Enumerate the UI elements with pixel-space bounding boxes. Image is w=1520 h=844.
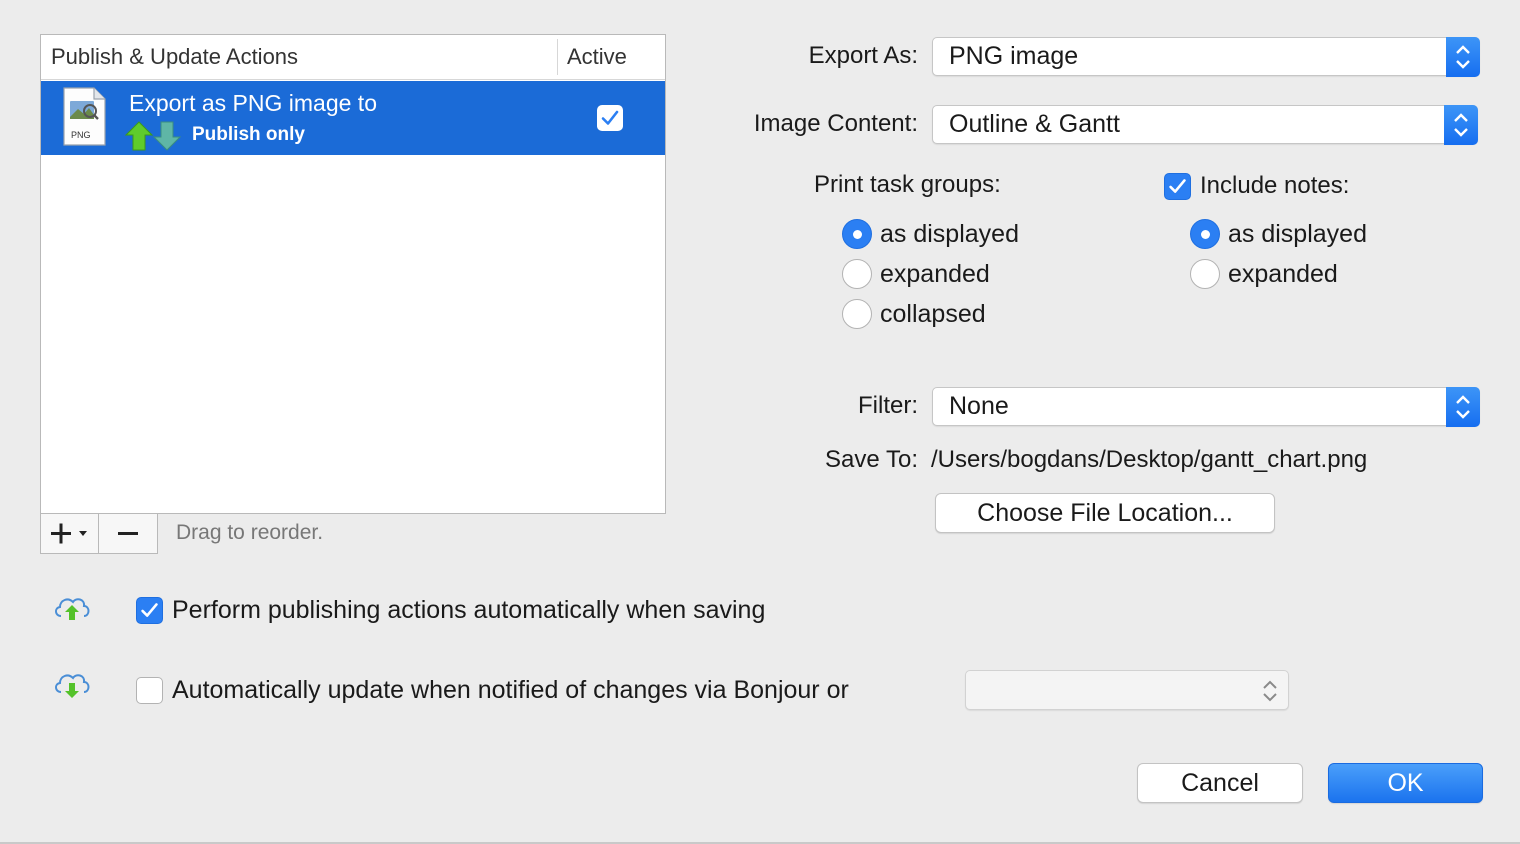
notes-radio-as-displayed[interactable] bbox=[1190, 219, 1220, 249]
action-subtitle: Publish only bbox=[192, 124, 305, 145]
filter-value: None bbox=[949, 392, 1009, 420]
popup-arrows-icon bbox=[1444, 105, 1478, 145]
table-row[interactable]: PNG Export as PNG image to Publish only bbox=[41, 81, 665, 155]
notes-radio-expanded[interactable] bbox=[1190, 259, 1220, 289]
checkmark-icon bbox=[1169, 179, 1186, 193]
popup-arrows-icon bbox=[1446, 387, 1480, 427]
add-remove-control bbox=[40, 513, 158, 554]
image-content-value: Outline & Gantt bbox=[949, 110, 1120, 138]
print-groups-radio-expanded[interactable] bbox=[842, 259, 872, 289]
image-content-popup[interactable]: Outline & Gantt bbox=[932, 105, 1478, 145]
filter-label: Filter: bbox=[858, 392, 918, 419]
add-action-button[interactable] bbox=[41, 514, 99, 553]
print-task-groups-label: Print task groups: bbox=[814, 171, 1001, 198]
print-groups-option-expanded: expanded bbox=[880, 260, 990, 288]
include-notes-label[interactable]: Include notes: bbox=[1200, 172, 1349, 200]
print-groups-option-as-displayed: as displayed bbox=[880, 220, 1019, 248]
save-to-path: /Users/bogdans/Desktop/gantt_chart.png bbox=[931, 446, 1368, 473]
choose-file-location-button[interactable]: Choose File Location... bbox=[935, 493, 1275, 533]
column-divider bbox=[557, 39, 558, 75]
active-checkbox[interactable] bbox=[597, 105, 623, 131]
update-source-popup[interactable] bbox=[965, 670, 1289, 710]
chevron-down-icon bbox=[79, 531, 87, 536]
cancel-button[interactable]: Cancel bbox=[1137, 763, 1303, 803]
print-groups-option-collapsed: collapsed bbox=[880, 300, 986, 328]
export-as-popup[interactable]: PNG image bbox=[932, 37, 1480, 77]
file-type-text: PNG bbox=[71, 130, 91, 140]
auto-update-label[interactable]: Automatically update when notified of ch… bbox=[172, 676, 849, 705]
remove-action-button[interactable] bbox=[100, 514, 157, 553]
print-groups-radio-collapsed[interactable] bbox=[842, 299, 872, 329]
plus-icon bbox=[51, 523, 87, 544]
export-as-label: Export As: bbox=[808, 42, 918, 69]
action-title: Export as PNG image to bbox=[129, 90, 377, 116]
popup-arrows-icon bbox=[1446, 37, 1480, 77]
checkmark-icon bbox=[141, 603, 158, 617]
notes-option-expanded: expanded bbox=[1228, 260, 1338, 288]
ok-button[interactable]: OK bbox=[1328, 763, 1483, 803]
auto-publish-checkbox[interactable] bbox=[136, 597, 163, 624]
save-to-label: Save To: bbox=[825, 446, 918, 473]
include-notes-checkbox[interactable] bbox=[1164, 173, 1191, 200]
filter-popup[interactable]: None bbox=[932, 387, 1480, 427]
auto-publish-label[interactable]: Perform publishing actions automatically… bbox=[172, 596, 765, 625]
image-content-label: Image Content: bbox=[753, 110, 918, 137]
png-file-icon: PNG bbox=[63, 87, 106, 146]
column-header-actions[interactable]: Publish & Update Actions bbox=[51, 44, 298, 70]
column-header-active[interactable]: Active bbox=[567, 44, 627, 70]
checkmark-icon bbox=[601, 110, 619, 125]
table-header: Publish & Update Actions Active bbox=[41, 35, 665, 80]
minus-icon bbox=[118, 532, 138, 535]
export-as-value: PNG image bbox=[949, 42, 1079, 70]
publish-update-arrows-icon bbox=[125, 121, 182, 151]
auto-update-checkbox[interactable] bbox=[136, 677, 163, 704]
cloud-upload-icon bbox=[55, 598, 90, 620]
actions-table[interactable]: Publish & Update Actions Active PNG Expo… bbox=[40, 34, 666, 514]
print-groups-radio-as-displayed[interactable] bbox=[842, 219, 872, 249]
popup-arrows-icon bbox=[1263, 680, 1277, 702]
notes-option-as-displayed: as displayed bbox=[1228, 220, 1367, 248]
cloud-download-icon bbox=[55, 674, 90, 698]
drag-hint: Drag to reorder. bbox=[176, 521, 324, 544]
